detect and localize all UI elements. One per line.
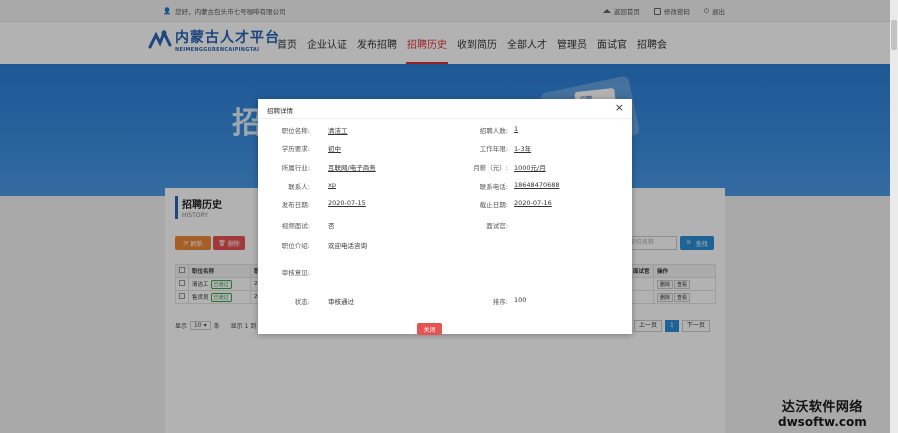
job-detail-modal: 招聘详情 × 职位名称: 清洁工 招聘人数: 1 学历要求: 初中 工作年限: … [258, 99, 632, 334]
industry-label: 所属行业: [281, 164, 310, 172]
phone-value: 18648470688 [514, 181, 560, 189]
contact-value: xp [328, 181, 336, 189]
salary-label: 月薪（元）: [473, 164, 508, 172]
description-value: 欢迎电话咨询 [328, 242, 367, 250]
job-name-label: 职位名称: [281, 127, 310, 135]
experience-label: 工作年限: [479, 145, 508, 153]
salary-value: 1000元/月 [514, 164, 546, 172]
interviewer-label: 面试官: [486, 222, 508, 230]
close-icon[interactable]: × [615, 102, 624, 114]
education-value: 初中 [328, 145, 341, 153]
end-date-label: 截止日期: [479, 201, 508, 209]
page-scrollbar[interactable] [890, 0, 898, 433]
review-opinion-label: 审核意见: [281, 269, 310, 277]
close-button[interactable]: 关闭 [417, 323, 442, 335]
watermark: 达沃软件网络 dwsoftw.com [778, 396, 867, 429]
education-label: 学历要求: [281, 145, 310, 153]
status-value: 审核通过 [328, 298, 354, 306]
headcount-label: 招聘人数: [479, 127, 508, 135]
video-interview-value: 否 [328, 222, 335, 230]
job-name-value: 清洁工 [328, 127, 348, 135]
industry-value: 互联网/电子商务 [328, 164, 376, 172]
watermark-cn: 达沃软件网络 [781, 400, 863, 415]
scrollbar-thumb[interactable] [891, 20, 897, 50]
sort-label: 排序: [492, 298, 508, 306]
modal-body: 职位名称: 清洁工 招聘人数: 1 学历要求: 初中 工作年限: 1-3年 所属… [258, 119, 632, 334]
publish-date-label: 发布日期: [281, 201, 310, 209]
phone-label: 联系电话: [479, 183, 508, 191]
sort-value: 100 [514, 296, 527, 304]
description-label: 职位介绍: [281, 242, 310, 250]
end-date-value: 2020-07-16 [514, 199, 552, 207]
watermark-en: dwsoftw.com [778, 415, 867, 429]
modal-header: 招聘详情 × [258, 99, 632, 119]
contact-label: 联系人: [288, 183, 310, 191]
experience-value: 1-3年 [514, 145, 532, 153]
modal-title: 招聘详情 [267, 107, 293, 115]
publish-date-value: 2020-07-15 [328, 199, 366, 207]
headcount-value: 1 [514, 125, 519, 133]
video-interview-label: 视频面试: [281, 222, 310, 230]
status-label: 状态: [294, 298, 310, 306]
